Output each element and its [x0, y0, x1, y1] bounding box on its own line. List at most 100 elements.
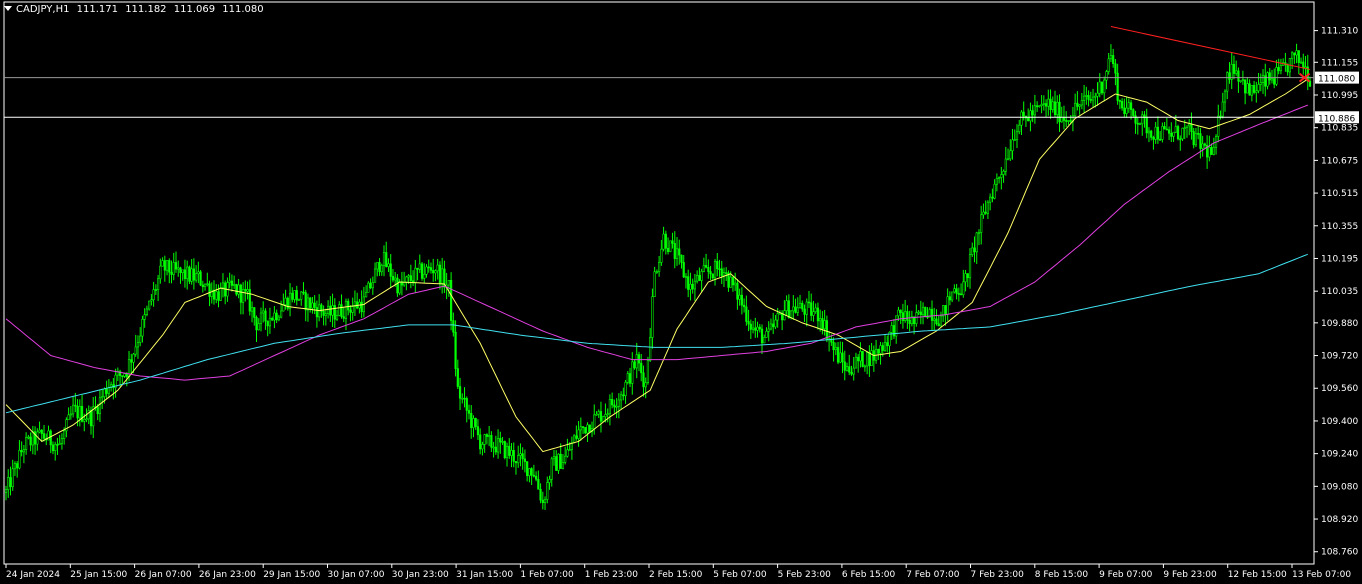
- candle-body: [772, 323, 775, 328]
- candle: [161, 257, 164, 267]
- candle: [237, 278, 240, 299]
- candle-body: [398, 281, 401, 294]
- candle: [203, 283, 207, 291]
- candle: [611, 392, 614, 409]
- price-label: 111.080: [1318, 75, 1355, 85]
- candle: [1033, 94, 1036, 124]
- candle: [1167, 126, 1171, 141]
- candle-body: [331, 305, 334, 316]
- candle-body: [1127, 102, 1130, 109]
- candle: [821, 311, 824, 335]
- candle: [87, 405, 90, 425]
- candle: [508, 438, 511, 459]
- candle-body: [1087, 95, 1090, 100]
- candle-body: [1013, 139, 1016, 141]
- candle: [1116, 63, 1119, 105]
- candle: [622, 387, 625, 401]
- candle-body: [1228, 72, 1231, 80]
- candle: [13, 461, 17, 476]
- candle: [429, 262, 433, 274]
- candle-body: [1038, 105, 1041, 107]
- candle: [405, 275, 408, 291]
- candle: [1109, 44, 1113, 63]
- candle: [599, 401, 603, 433]
- candle-body: [649, 337, 652, 361]
- candle: [201, 280, 204, 293]
- candle: [1264, 63, 1267, 97]
- candle: [450, 272, 453, 331]
- candle: [783, 300, 786, 321]
- candle-body: [391, 276, 395, 281]
- candle-body: [181, 269, 184, 274]
- candle: [747, 309, 750, 332]
- candle-body: [836, 347, 840, 363]
- candle: [720, 260, 723, 285]
- candle-body: [1235, 70, 1238, 74]
- candle-body: [877, 348, 880, 354]
- candle: [512, 442, 515, 468]
- candle-body: [208, 283, 211, 297]
- candle: [684, 273, 688, 289]
- y-tick-label: 108.920: [1321, 515, 1358, 525]
- candle: [566, 438, 569, 458]
- candle: [756, 321, 759, 338]
- candle-body: [819, 318, 822, 322]
- candle-body: [532, 474, 535, 477]
- candle-body: [143, 314, 146, 320]
- candle-body: [1118, 100, 1121, 102]
- candle-body: [787, 300, 790, 318]
- candle-body: [566, 449, 569, 457]
- candle-body: [1049, 98, 1052, 110]
- candle: [72, 396, 75, 418]
- candle-body: [1295, 50, 1298, 56]
- candle: [1098, 73, 1101, 98]
- candle-body: [624, 382, 627, 396]
- candle: [707, 259, 710, 279]
- candle-body: [785, 300, 788, 312]
- chart-window[interactable]: 111.080 110.886 111.310 111.155 110.995 110.8…: [0, 0, 1362, 584]
- candle-body: [1270, 78, 1274, 81]
- candle: [581, 426, 585, 434]
- candle-body: [474, 418, 477, 427]
- candle: [904, 299, 907, 323]
- candle-body: [1096, 92, 1099, 97]
- candle: [197, 261, 200, 284]
- candle: [1060, 106, 1063, 123]
- candle-body: [680, 254, 683, 263]
- candle: [1248, 79, 1251, 96]
- candle-body: [134, 346, 137, 355]
- candle-body: [707, 267, 710, 272]
- candle-body: [1308, 80, 1312, 87]
- candle-body: [371, 282, 374, 289]
- candle-body: [1248, 83, 1251, 96]
- candle: [796, 297, 799, 316]
- candle-body: [1304, 66, 1307, 69]
- candle: [993, 179, 996, 200]
- price-chart[interactable]: 111.080110.886111.310111.155110.995110.8…: [0, 0, 1362, 584]
- candle-body: [409, 275, 412, 282]
- candle: [555, 450, 558, 471]
- candle-body: [939, 315, 943, 327]
- candle-body: [494, 446, 497, 453]
- candle: [1302, 53, 1305, 75]
- candle-body: [850, 371, 853, 375]
- candle-body: [968, 254, 972, 279]
- candle-body: [1018, 124, 1021, 133]
- candle: [716, 253, 719, 277]
- candle: [673, 231, 676, 269]
- candle: [441, 257, 444, 294]
- candle-body: [441, 268, 444, 284]
- candle-body: [186, 266, 189, 280]
- candle: [335, 309, 339, 321]
- candle: [602, 415, 605, 422]
- candle-body: [255, 317, 258, 331]
- candle-body: [615, 405, 618, 408]
- candle-body: [651, 296, 654, 338]
- candle: [1112, 48, 1115, 68]
- candle-body: [796, 307, 799, 313]
- candle-body: [284, 297, 287, 306]
- candle: [1268, 68, 1271, 85]
- candle: [1190, 112, 1193, 140]
- candle-body: [1138, 123, 1142, 126]
- candle-body: [1044, 103, 1048, 107]
